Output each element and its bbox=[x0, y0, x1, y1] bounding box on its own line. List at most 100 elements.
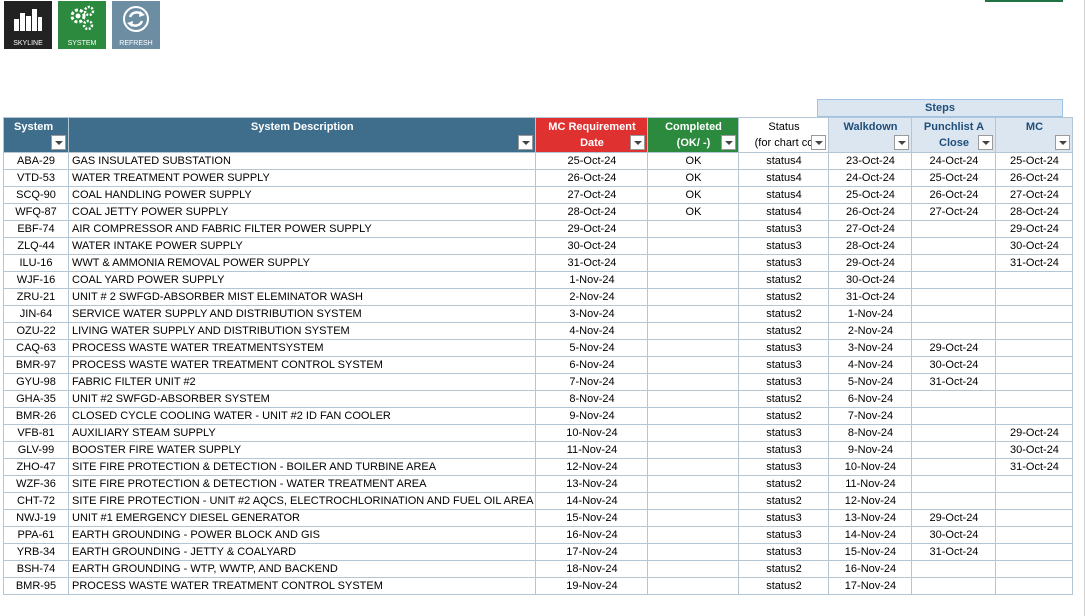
cell-walkdown[interactable]: 14-Nov-24 bbox=[828, 526, 913, 544]
cell-description[interactable]: WATER INTAKE POWER SUPPLY bbox=[67, 237, 537, 255]
cell-status[interactable]: status3 bbox=[738, 526, 830, 544]
cell-status[interactable]: status3 bbox=[738, 373, 830, 391]
cell-mc[interactable] bbox=[995, 492, 1074, 510]
cell-punchlist-close[interactable] bbox=[911, 560, 997, 578]
cell-punchlist-close[interactable] bbox=[911, 492, 997, 510]
cell-completed[interactable] bbox=[647, 288, 740, 306]
cell-punchlist-close[interactable]: 30-Oct-24 bbox=[911, 356, 997, 374]
cell-description[interactable]: CLOSED CYCLE COOLING WATER - UNIT #2 ID … bbox=[67, 407, 537, 425]
cell-mc[interactable]: 26-Oct-24 bbox=[995, 169, 1074, 187]
cell-mc-requirement-date[interactable]: 9-Nov-24 bbox=[535, 407, 649, 425]
cell-mc-requirement-date[interactable]: 13-Nov-24 bbox=[535, 475, 649, 493]
cell-mc[interactable] bbox=[995, 407, 1074, 425]
cell-punchlist-close[interactable]: 29-Oct-24 bbox=[911, 509, 997, 527]
skyline-button[interactable]: SKYLINE bbox=[4, 1, 52, 49]
cell-mc[interactable] bbox=[995, 560, 1074, 578]
cell-mc-requirement-date[interactable]: 30-Oct-24 bbox=[535, 237, 649, 255]
cell-system[interactable]: CAQ-63 bbox=[3, 339, 69, 357]
cell-completed[interactable] bbox=[647, 492, 740, 510]
filter-dropdown-icon[interactable] bbox=[630, 135, 646, 150]
cell-description[interactable]: SITE FIRE PROTECTION - UNIT #2 AQCS, ELE… bbox=[67, 492, 537, 510]
cell-punchlist-close[interactable] bbox=[911, 441, 997, 459]
cell-punchlist-close[interactable]: 31-Oct-24 bbox=[911, 543, 997, 561]
cell-walkdown[interactable]: 23-Oct-24 bbox=[828, 152, 913, 170]
cell-mc-requirement-date[interactable]: 26-Oct-24 bbox=[535, 169, 649, 187]
cell-mc[interactable]: 25-Oct-24 bbox=[995, 152, 1074, 170]
cell-system[interactable]: GLV-99 bbox=[3, 441, 69, 459]
cell-walkdown[interactable]: 29-Oct-24 bbox=[828, 254, 913, 272]
cell-status[interactable]: status3 bbox=[738, 441, 830, 459]
filter-dropdown-icon[interactable] bbox=[1055, 135, 1071, 150]
cell-status[interactable]: status3 bbox=[738, 356, 830, 374]
cell-walkdown[interactable]: 4-Nov-24 bbox=[828, 356, 913, 374]
cell-completed[interactable] bbox=[647, 577, 740, 595]
cell-status[interactable]: status2 bbox=[738, 407, 830, 425]
cell-mc[interactable] bbox=[995, 288, 1074, 306]
cell-mc-requirement-date[interactable]: 28-Oct-24 bbox=[535, 203, 649, 221]
cell-description[interactable]: COAL HANDLING POWER SUPPLY bbox=[67, 186, 537, 204]
cell-walkdown[interactable]: 17-Nov-24 bbox=[828, 577, 913, 595]
cell-system[interactable]: WZF-36 bbox=[3, 475, 69, 493]
cell-punchlist-close[interactable] bbox=[911, 424, 997, 442]
cell-completed[interactable] bbox=[647, 322, 740, 340]
cell-punchlist-close[interactable] bbox=[911, 305, 997, 323]
cell-walkdown[interactable]: 8-Nov-24 bbox=[828, 424, 913, 442]
cell-system[interactable]: BMR-95 bbox=[3, 577, 69, 595]
cell-mc-requirement-date[interactable]: 1-Nov-24 bbox=[535, 271, 649, 289]
cell-mc[interactable]: 30-Oct-24 bbox=[995, 441, 1074, 459]
cell-mc[interactable] bbox=[995, 271, 1074, 289]
cell-mc[interactable] bbox=[995, 390, 1074, 408]
cell-status[interactable]: status3 bbox=[738, 458, 830, 476]
cell-system[interactable]: SCQ-90 bbox=[3, 186, 69, 204]
cell-description[interactable]: UNIT #2 SWFGD-ABSORBER SYSTEM bbox=[67, 390, 537, 408]
cell-system[interactable]: EBF-74 bbox=[3, 220, 69, 238]
cell-mc-requirement-date[interactable]: 31-Oct-24 bbox=[535, 254, 649, 272]
system-button[interactable]: SYSTEM bbox=[58, 1, 106, 49]
cell-description[interactable]: FABRIC FILTER UNIT #2 bbox=[67, 373, 537, 391]
cell-mc[interactable] bbox=[995, 305, 1074, 323]
cell-mc[interactable]: 27-Oct-24 bbox=[995, 186, 1074, 204]
cell-system[interactable]: VTD-53 bbox=[3, 169, 69, 187]
cell-completed[interactable] bbox=[647, 373, 740, 391]
cell-walkdown[interactable]: 2-Nov-24 bbox=[828, 322, 913, 340]
cell-completed[interactable] bbox=[647, 237, 740, 255]
cell-walkdown[interactable]: 13-Nov-24 bbox=[828, 509, 913, 527]
cell-status[interactable]: status3 bbox=[738, 220, 830, 238]
cell-punchlist-close[interactable]: 24-Oct-24 bbox=[911, 152, 997, 170]
cell-status[interactable]: status4 bbox=[738, 203, 830, 221]
cell-completed[interactable] bbox=[647, 458, 740, 476]
cell-mc-requirement-date[interactable]: 2-Nov-24 bbox=[535, 288, 649, 306]
cell-punchlist-close[interactable] bbox=[911, 407, 997, 425]
cell-system[interactable]: PPA-61 bbox=[3, 526, 69, 544]
cell-completed[interactable]: OK bbox=[647, 152, 740, 170]
cell-walkdown[interactable]: 26-Oct-24 bbox=[828, 203, 913, 221]
cell-mc-requirement-date[interactable]: 18-Nov-24 bbox=[535, 560, 649, 578]
cell-punchlist-close[interactable] bbox=[911, 322, 997, 340]
cell-system[interactable]: BSH-74 bbox=[3, 560, 69, 578]
cell-system[interactable]: BMR-26 bbox=[3, 407, 69, 425]
cell-description[interactable]: UNIT #1 EMERGENCY DIESEL GENERATOR bbox=[67, 509, 537, 527]
cell-system[interactable]: GYU-98 bbox=[3, 373, 69, 391]
cell-completed[interactable]: OK bbox=[647, 203, 740, 221]
cell-system[interactable]: WFQ-87 bbox=[3, 203, 69, 221]
cell-mc-requirement-date[interactable]: 6-Nov-24 bbox=[535, 356, 649, 374]
cell-description[interactable]: EARTH GROUNDING - WTP, WWTP, AND BACKEND bbox=[67, 560, 537, 578]
cell-punchlist-close[interactable] bbox=[911, 390, 997, 408]
cell-punchlist-close[interactable] bbox=[911, 237, 997, 255]
cell-status[interactable]: status4 bbox=[738, 169, 830, 187]
cell-mc[interactable]: 29-Oct-24 bbox=[995, 220, 1074, 238]
cell-walkdown[interactable]: 25-Oct-24 bbox=[828, 186, 913, 204]
cell-punchlist-close[interactable] bbox=[911, 577, 997, 595]
cell-description[interactable]: WWT & AMMONIA REMOVAL POWER SUPPLY bbox=[67, 254, 537, 272]
cell-mc[interactable]: 28-Oct-24 bbox=[995, 203, 1074, 221]
cell-completed[interactable] bbox=[647, 407, 740, 425]
cell-status[interactable]: status2 bbox=[738, 288, 830, 306]
cell-mc-requirement-date[interactable]: 5-Nov-24 bbox=[535, 339, 649, 357]
cell-status[interactable]: status3 bbox=[738, 509, 830, 527]
cell-punchlist-close[interactable]: 25-Oct-24 bbox=[911, 169, 997, 187]
filter-dropdown-icon[interactable] bbox=[894, 135, 910, 150]
cell-description[interactable]: COAL YARD POWER SUPPLY bbox=[67, 271, 537, 289]
cell-system[interactable]: ABA-29 bbox=[3, 152, 69, 170]
filter-dropdown-icon[interactable] bbox=[978, 135, 994, 150]
cell-system[interactable]: VFB-81 bbox=[3, 424, 69, 442]
